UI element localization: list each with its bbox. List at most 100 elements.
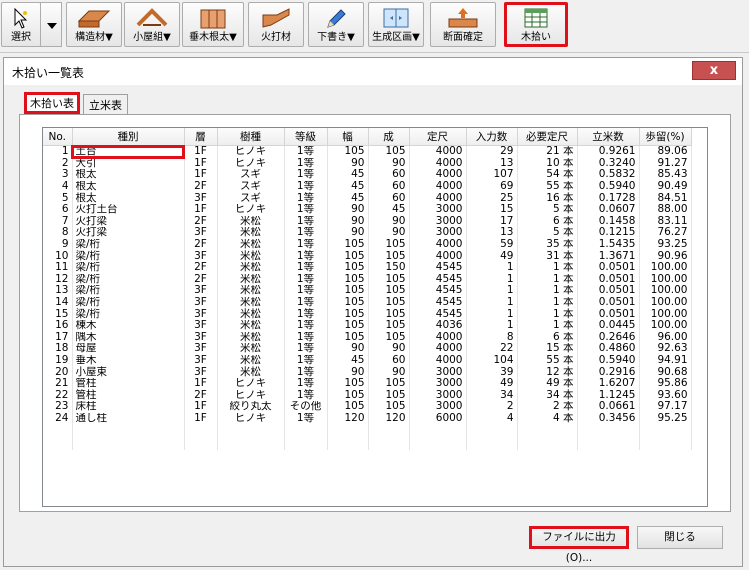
table-row[interactable]: 13 梁/桁 3F 米松 1等 105 105 4545 1 1 本 0.0501 100.00 — [43, 285, 692, 297]
cell-species: スギ — [217, 192, 285, 204]
cell-input-count: 1 — [466, 319, 518, 332]
select-button[interactable]: 選択 — [1, 2, 41, 47]
lumber-takeoff-icon — [524, 8, 548, 28]
col-header-width[interactable]: 幅 — [327, 128, 369, 146]
tab-cubic-meter[interactable]: 立米表 — [83, 94, 128, 114]
cell-yield: 76.27 — [639, 227, 692, 239]
col-header-required-stock[interactable]: 必要定尺 — [517, 128, 578, 146]
col-header-stock-length[interactable]: 定尺 — [409, 128, 467, 146]
cell-width: 45 — [327, 180, 369, 193]
cell-stock-length: 3000 — [409, 377, 467, 390]
table-row[interactable]: 10 梁/桁 3F 米松 1等 105 105 4000 49 31 本 1.3671 90.96 — [43, 250, 692, 262]
brace-button[interactable]: 火打材 — [248, 2, 304, 47]
table-row[interactable]: 23 床柱 1F 絞り丸太 その他 105 105 3000 2 2 本 0.0661 97.17 — [43, 401, 692, 413]
lumber-takeoff-button[interactable]: 木拾い — [504, 2, 568, 47]
cell-grade: 1等 — [284, 192, 328, 204]
dialog-title: 木拾い一覧表 — [12, 66, 85, 80]
tab-lumber-takeoff[interactable]: 木拾い表 — [24, 92, 80, 114]
cell-type: 梁/桁 — [72, 261, 185, 274]
cell-cubic-meters: 0.0501 — [577, 261, 640, 274]
lumber-grid[interactable]: No. 種別 層 樹種 等級 幅 成 定尺 入力数 必要定尺 立米数 歩留(%) — [42, 127, 708, 507]
cell-input-count: 34 — [466, 389, 518, 402]
table-row[interactable]: 17 隅木 3F 米松 1等 105 105 4000 8 6 本 0.2646 96.00 — [43, 331, 692, 344]
roof-frame-button[interactable]: 小屋組▼ — [124, 2, 180, 47]
section-confirm-button[interactable]: 断面確定 — [430, 2, 496, 47]
empty-cell — [284, 424, 328, 438]
cell-required-stock: 5 本 — [517, 203, 578, 216]
table-row[interactable]: 12 梁/桁 2F 米松 1等 105 105 4545 1 1 本 0.0501 100.00 — [43, 273, 692, 286]
cell-stock-length: 4000 — [409, 192, 467, 204]
cell-floor: 3F — [184, 227, 218, 239]
dialog-close-x-button[interactable]: x — [692, 61, 736, 80]
col-header-grade[interactable]: 等級 — [284, 128, 328, 146]
table-row[interactable]: 8 火打梁 3F 米松 1等 90 90 3000 13 5 本 0.1215 76.27 — [43, 227, 692, 239]
table-row[interactable]: 6 火打土台 1F ヒノキ 1等 90 45 3000 15 5 本 0.0607 88.00 — [43, 203, 692, 216]
cell-yield: 94.91 — [639, 354, 692, 367]
col-header-species[interactable]: 樹種 — [217, 128, 285, 146]
col-header-depth[interactable]: 成 — [368, 128, 410, 146]
col-header-floor[interactable]: 層 — [184, 128, 218, 146]
table-row[interactable]: 7 火打梁 2F 米松 1等 90 90 3000 17 6 本 0.1458 83.11 — [43, 215, 692, 228]
table-row[interactable]: 18 母屋 3F 米松 1等 90 90 4000 22 15 本 0.4860 92.63 — [43, 343, 692, 355]
cell-input-count: 39 — [466, 366, 518, 378]
cell-depth: 60 — [368, 354, 410, 367]
table-row[interactable]: 5 根太 3F スギ 1等 45 60 4000 25 16 本 0.1728 84.51 — [43, 192, 692, 204]
table-row[interactable]: 16 棟木 3F 米松 1等 105 105 4036 1 1 本 0.0445 100.00 — [43, 319, 692, 332]
table-row[interactable]: 9 梁/桁 2F 米松 1等 105 105 4000 59 35 本 1.5435 93.25 — [43, 238, 692, 251]
cell-width: 90 — [327, 215, 369, 228]
cell-species: 米松 — [217, 308, 285, 320]
table-row[interactable]: 2 大引 1F ヒノキ 1等 90 90 4000 13 10 本 0.3240 91.27 — [43, 157, 692, 170]
export-to-file-button[interactable]: ファイルに出力(O)... — [529, 526, 629, 564]
cell-yield: 100.00 — [639, 319, 692, 332]
empty-cell — [368, 437, 410, 451]
table-row[interactable]: 14 梁/桁 3F 米松 1等 105 105 4545 1 1 本 0.0501 100.00 — [43, 296, 692, 309]
col-header-type[interactable]: 種別 — [72, 128, 185, 146]
table-row[interactable]: 11 梁/桁 2F 米松 1等 105 150 4545 1 1 本 0.0501 100.00 — [43, 261, 692, 274]
col-header-input-count[interactable]: 入力数 — [466, 128, 518, 146]
cell-yield: 85.43 — [639, 169, 692, 181]
cell-input-count: 17 — [466, 215, 518, 228]
cell-stock-length: 6000 — [409, 412, 467, 425]
close-button[interactable]: 閉じる — [637, 526, 723, 549]
cell-depth: 90 — [368, 366, 410, 378]
cell-floor: 3F — [184, 343, 218, 355]
table-row[interactable]: 4 根太 2F スギ 1等 45 60 4000 69 55 本 0.5940 90.49 — [43, 180, 692, 193]
cell-width: 105 — [327, 389, 369, 402]
col-header-yield[interactable]: 歩留(%) — [639, 128, 692, 146]
col-header-cubic-meters[interactable]: 立米数 — [577, 128, 640, 146]
table-row[interactable]: 3 根太 1F スギ 1等 45 60 4000 107 54 本 0.5832 85.43 — [43, 169, 692, 181]
empty-cell — [409, 437, 467, 451]
tab-panel: No. 種別 層 樹種 等級 幅 成 定尺 入力数 必要定尺 立米数 歩留(%) — [19, 114, 731, 512]
cell-cubic-meters: 0.5832 — [577, 169, 640, 181]
cell-yield: 100.00 — [639, 296, 692, 309]
table-row[interactable]: 15 梁/桁 3F 米松 1等 105 105 4545 1 1 本 0.0501 100.00 — [43, 308, 692, 320]
main-toolbar: 選択 構造材▼ 小屋組▼ 垂木根太▼ 火打材 下書き▼ 生成区画▼ 断面確定 木… — [0, 0, 749, 53]
cell-depth: 120 — [368, 412, 410, 425]
table-row[interactable]: 24 通し柱 1F ヒノキ 1等 120 120 6000 4 4 本 0.3456 95.25 — [43, 412, 692, 425]
export-to-file-label: ファイルに出力(O)... — [542, 531, 616, 564]
cell-width: 105 — [327, 331, 369, 344]
generate-area-button[interactable]: 生成区画▼ — [368, 2, 424, 47]
cell-species: 米松 — [217, 343, 285, 355]
cell-width: 45 — [327, 169, 369, 181]
cell-type: 土台 — [71, 144, 185, 159]
draft-button[interactable]: 下書き▼ — [308, 2, 364, 47]
cell-species: 米松 — [217, 238, 285, 251]
cell-species: 米松 — [217, 354, 285, 367]
cell-depth: 105 — [368, 389, 410, 402]
cell-required-stock: 54 本 — [517, 169, 578, 181]
table-row[interactable]: 21 管柱 1F ヒノキ 1等 105 105 3000 49 49 本 1.6207 95.86 — [43, 377, 692, 390]
table-row[interactable]: 20 小屋束 3F 米松 1等 90 90 3000 39 12 本 0.2916 90.68 — [43, 366, 692, 378]
col-header-no[interactable]: No. — [43, 128, 73, 146]
cell-input-count: 49 — [466, 250, 518, 262]
cell-input-count: 1 — [466, 308, 518, 320]
rafter-joist-button[interactable]: 垂木根太▼ — [182, 2, 244, 47]
empty-cell — [217, 424, 285, 438]
table-row[interactable]: 19 垂木 3F 米松 1等 45 60 4000 104 55 本 0.5940 94.91 — [43, 354, 692, 367]
table-row[interactable]: 22 管柱 2F ヒノキ 1等 105 105 3000 34 34 本 1.1245 93.60 — [43, 389, 692, 402]
select-dropdown-arrow[interactable] — [40, 2, 62, 47]
table-row[interactable]: 1 土台 1F ヒノキ 1等 105 105 4000 29 21 本 0.9261 89.06 — [43, 144, 692, 159]
empty-row — [43, 437, 692, 451]
structural-member-button[interactable]: 構造材▼ — [66, 2, 122, 47]
cell-depth: 105 — [368, 285, 410, 297]
